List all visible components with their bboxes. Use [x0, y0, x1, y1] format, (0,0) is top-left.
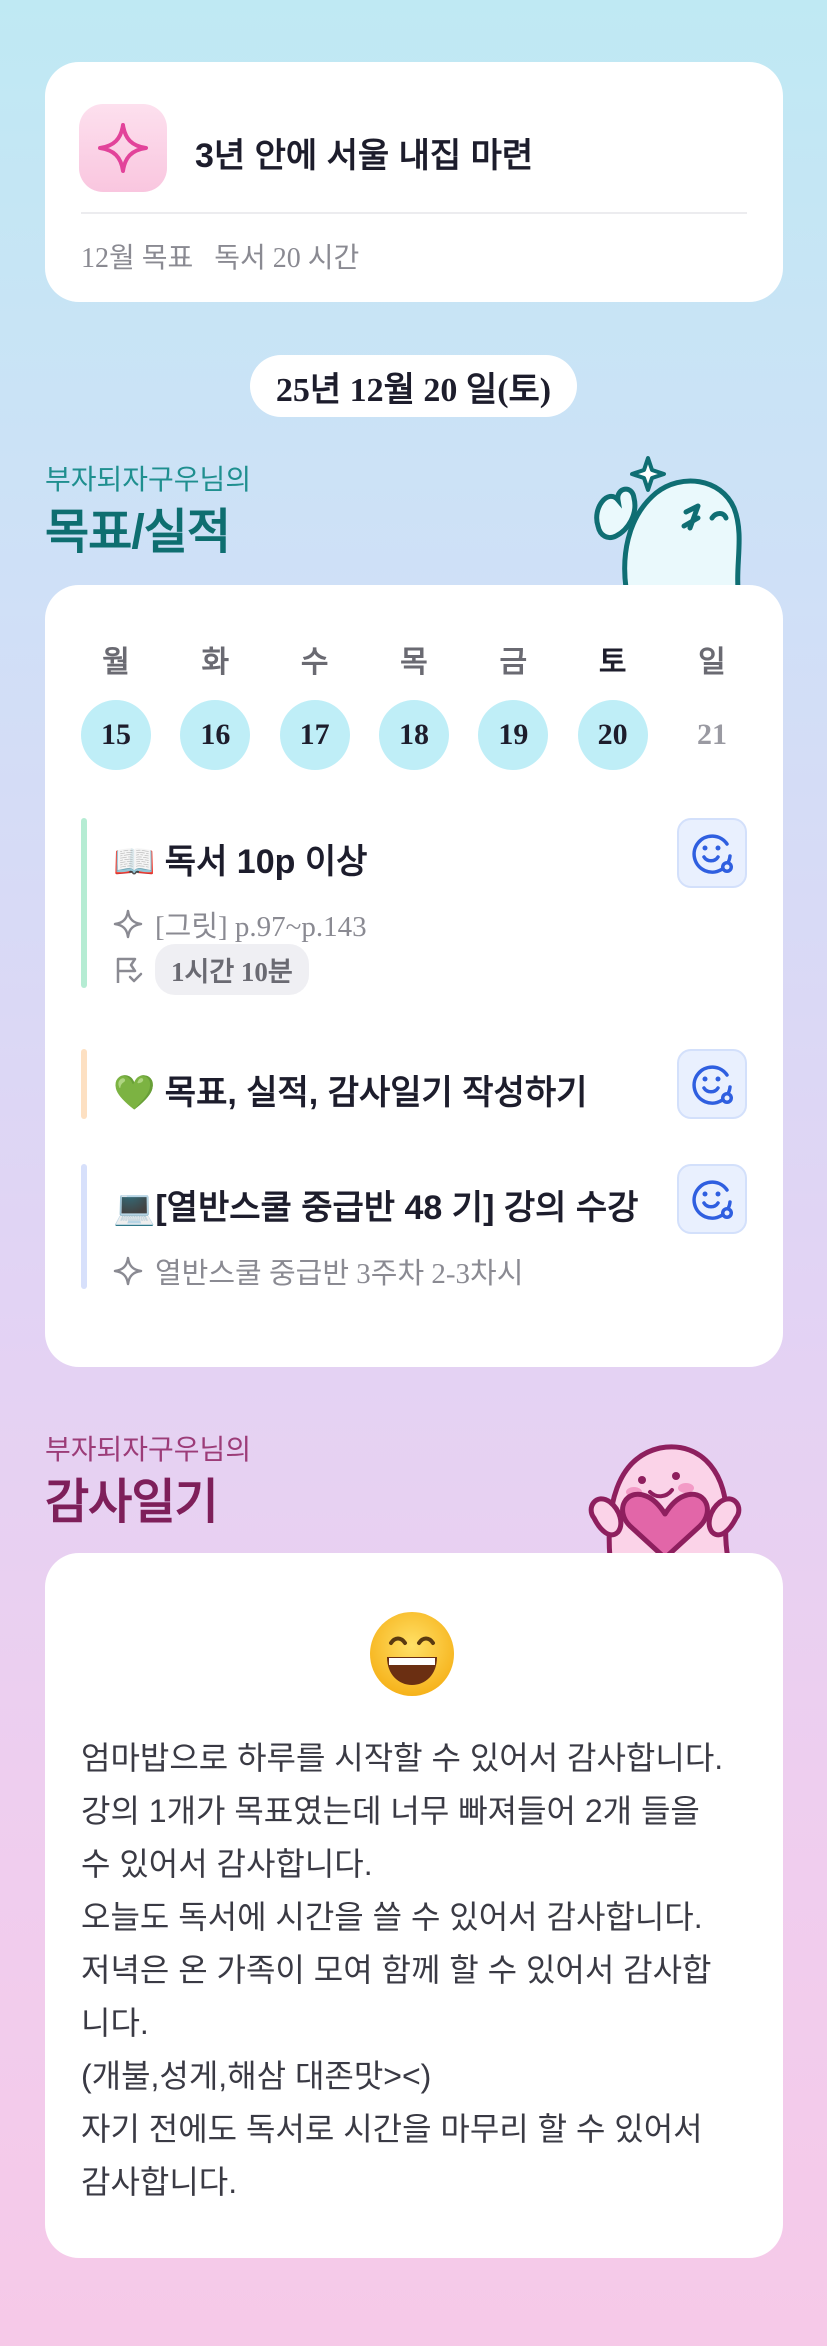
smile-face-icon: [692, 1180, 733, 1220]
gratitude-section-title: 감사일기: [45, 1476, 219, 1529]
task-action-button[interactable]: [677, 1049, 747, 1119]
goal-card[interactable]: 3년 안에 서울 내집 마련 12월 목표 독서 20 시간: [45, 62, 783, 302]
goals-card: 월 화 수 목 금 토 일 15 16 17 18 19 20 21 📖 독서 …: [45, 585, 783, 1367]
mascot-thumbs-up-illustration: [594, 456, 742, 588]
task-title: 💻[열반스쿨 중급반 48 기] 강의 수강: [113, 1189, 639, 1227]
weekday-sun: 일: [698, 646, 726, 679]
monthly-goal: 12월 목표 독서 20 시간: [81, 236, 359, 276]
grinning-face-emoji: [370, 1612, 454, 1696]
weekday-header: 월 화 수 목 금 토 일: [81, 637, 747, 681]
weekday-fri: 금: [499, 646, 528, 679]
time-chip: 1시간 10분: [155, 944, 309, 995]
task-item: 💻[열반스쿨 중급반 48 기] 강의 수강 열반스쿨 중급반 3주차 2-3차…: [81, 1164, 747, 1292]
task-bar: [81, 818, 87, 988]
date-21[interactable]: 21: [677, 700, 747, 770]
date-20[interactable]: 20: [577, 700, 648, 770]
divider: [81, 212, 747, 214]
goals-section-title: 목표/실적: [45, 506, 231, 559]
date-18[interactable]: 18: [378, 700, 449, 770]
weekday-thu: 목: [400, 646, 428, 679]
task-bar: [81, 1164, 87, 1289]
date-17[interactable]: 17: [279, 700, 350, 770]
sparkle-outline-icon: [113, 1256, 143, 1286]
gratitude-line: (개불,성게,해삼 대존맛><): [81, 2058, 432, 2094]
task-note: [그릿] p.97~p.143: [113, 903, 367, 945]
task-title: 💚 목표, 실적, 감사일기 작성하기: [113, 1074, 588, 1112]
gratitude-line: 자기 전에도 독서로 시간을 마무리 할 수 있어서: [81, 2111, 703, 2147]
sparkle-outline-icon: [113, 909, 143, 939]
task-note: 열반스쿨 중급반 3주차 2-3차시: [113, 1250, 523, 1292]
mascot-heart-illustration: [588, 1444, 742, 1558]
monthly-goal-value: 독서 20 시간: [214, 243, 360, 274]
weekday-tue: 화: [201, 646, 230, 679]
date-15[interactable]: 15: [81, 700, 151, 770]
smile-face-icon: [692, 1065, 733, 1105]
task-action-button[interactable]: [677, 1164, 747, 1234]
gratitude-line: 수 있어서 감사합니다.: [81, 1846, 373, 1882]
gratitude-line: 저녁은 온 가족이 모여 함께 할 수 있어서 감사합: [81, 1952, 712, 1988]
date-pill: 25년 12월 20 일(토): [250, 355, 577, 417]
task-emoji: 📖: [113, 843, 156, 881]
monthly-goal-label: 12월 목표: [81, 243, 194, 274]
sparkle-icon: [79, 104, 167, 192]
gratitude-line: 오늘도 독서에 시간을 쓸 수 있어서 감사합니다.: [81, 1899, 703, 1935]
gratitude-line: 엄마밥으로 하루를 시작할 수 있어서 감사합니다.: [81, 1740, 724, 1776]
date-16[interactable]: 16: [180, 700, 251, 770]
task-bar: [81, 1049, 87, 1119]
flag-icon: [116, 957, 143, 983]
smile-face-icon: [692, 834, 733, 874]
task-emoji: 💻: [113, 1189, 156, 1227]
gratitude-line: 니다.: [81, 2005, 149, 2041]
date-row: 15 16 17 18 19 20 21: [81, 700, 747, 770]
task-time: 1시간 10분: [113, 944, 309, 995]
date-19[interactable]: 19: [478, 700, 549, 770]
task-item: 📖 독서 10p 이상 [그릿] p.97~p.143 1시간 10분: [81, 818, 747, 995]
gratitude-line: 강의 1개가 목표였는데 너무 빠져들어 2개 들을: [81, 1793, 700, 1829]
goal-title: 3년 안에 서울 내집 마련: [195, 137, 534, 175]
weekday-mon: 월: [102, 646, 130, 679]
weekday-wed: 수: [300, 646, 329, 679]
weekday-sat: 토: [598, 646, 627, 679]
task-item: 💚 목표, 실적, 감사일기 작성하기: [81, 1049, 747, 1119]
task-action-button[interactable]: [677, 818, 747, 888]
task-emoji: 💚: [113, 1074, 156, 1112]
gratitude-card: 엄마밥으로 하루를 시작할 수 있어서 감사합니다. 강의 1개가 목표였는데 …: [45, 1553, 783, 2258]
gratitude-line: 감사합니다.: [81, 2164, 238, 2200]
task-title: 📖 독서 10p 이상: [113, 843, 368, 881]
